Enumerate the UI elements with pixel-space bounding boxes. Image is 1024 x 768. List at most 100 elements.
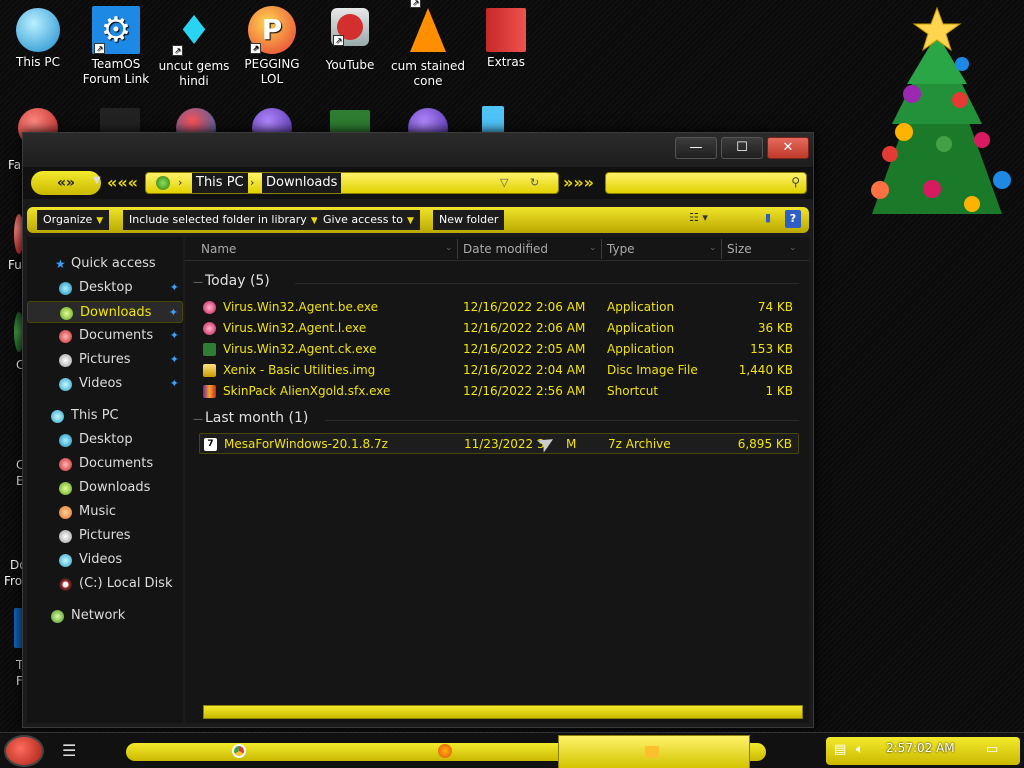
- chevron-down-icon[interactable]: ⌄: [789, 243, 797, 253]
- column-divider[interactable]: [457, 239, 458, 259]
- minimize-button[interactable]: —: [675, 137, 717, 159]
- search-input[interactable]: ⚲: [605, 172, 807, 194]
- give-access-button[interactable]: Give access to ▼: [317, 210, 420, 230]
- group-divider: [295, 283, 799, 284]
- file-row[interactable]: 7 MesaForWindows-20.1.8.7z 11/23/2022 3:…: [199, 433, 799, 454]
- new-folder-button[interactable]: New folder: [433, 210, 505, 230]
- nav-pc-downloads[interactable]: Downloads: [27, 477, 183, 499]
- column-header-type[interactable]: Type: [607, 237, 635, 261]
- refresh-icon[interactable]: ↻: [530, 173, 539, 193]
- nav-this-pc[interactable]: This PC: [27, 405, 183, 427]
- ornament: [882, 146, 898, 162]
- horizontal-scrollbar[interactable]: [203, 705, 803, 719]
- nav-item-label: Downloads: [80, 305, 152, 320]
- nav-item-label: Downloads: [79, 480, 151, 495]
- explorer-window[interactable]: — ☐ ✕ «» ▼ ««« › This PC › Downloads ▽ ↻…: [22, 132, 814, 728]
- nav-pc-local-disk[interactable]: (C:) Local Disk: [27, 573, 183, 595]
- chevron-down-icon[interactable]: ⌄: [709, 243, 717, 253]
- breadcrumb-separator-icon[interactable]: ›: [178, 173, 182, 193]
- chevron-down-icon: ▼: [406, 216, 414, 226]
- back-forward-buttons[interactable]: «»: [31, 171, 101, 195]
- title-bar[interactable]: — ☐ ✕: [23, 133, 813, 167]
- chevron-down-icon[interactable]: ⌄: [445, 243, 453, 253]
- file-name: SkinPack AlienXgold.sfx.exe: [223, 384, 391, 398]
- organize-button[interactable]: Organize ▼: [37, 210, 110, 230]
- change-view-button[interactable]: ☷ ▾: [689, 211, 708, 224]
- file-list-pane[interactable]: Name ⌄ ⌄ Date modified ⌄ Type ⌄ Size ⌄ —…: [185, 235, 809, 723]
- file-name: Virus.Win32.Agent.ck.exe: [223, 342, 377, 356]
- chevron-down-icon[interactable]: ⌄: [589, 243, 597, 253]
- file-row[interactable]: Virus.Win32.Agent.ck.exe 12/16/2022 2:05…: [199, 339, 799, 360]
- breadcrumb-this-pc[interactable]: This PC: [192, 173, 248, 193]
- breadcrumb-downloads[interactable]: Downloads: [262, 173, 342, 193]
- nav-pc-documents[interactable]: Documents: [27, 453, 183, 475]
- desktop-icon-pegging[interactable]: P ↗ PEGGING LOL: [234, 6, 310, 87]
- start-button[interactable]: [4, 735, 44, 767]
- firefox-icon[interactable]: [438, 744, 452, 758]
- shortcut-arrow-icon: ↗: [410, 0, 421, 8]
- forward-arrow-icon[interactable]: »: [66, 175, 75, 191]
- ornament: [923, 180, 941, 198]
- task-view-icon[interactable]: ☰: [62, 741, 76, 760]
- nav-quick-downloads[interactable]: Downloads ✦: [27, 301, 183, 323]
- search-icon[interactable]: ⚲: [791, 175, 800, 189]
- nav-pc-pictures[interactable]: Pictures: [27, 525, 183, 547]
- volume-icon[interactable]: 🔈︎: [856, 742, 864, 757]
- file-row[interactable]: Virus.Win32.Agent.be.exe 12/16/2022 2:06…: [199, 297, 799, 318]
- preview-pane-icon[interactable]: ▮: [765, 211, 771, 224]
- nav-quick-documents[interactable]: Documents ✦: [27, 325, 183, 347]
- network-tray-icon[interactable]: ▤: [834, 742, 846, 757]
- nav-pc-music[interactable]: Music: [27, 501, 183, 523]
- file-row[interactable]: SkinPack AlienXgold.sfx.exe 12/16/2022 2…: [199, 381, 799, 402]
- column-header-name[interactable]: Name: [201, 237, 236, 261]
- notification-icon[interactable]: ▭: [986, 742, 998, 757]
- nav-pc-desktop[interactable]: Desktop: [27, 429, 183, 451]
- desktop-icon-uncut-gems[interactable]: ♦ ↗ uncut gems hindi: [156, 8, 232, 89]
- nav-item-label: Documents: [79, 328, 154, 343]
- taskbar-file-explorer-button[interactable]: [558, 735, 750, 768]
- desktop-icon-teamos[interactable]: ⚙ ↗ TeamOS Forum Link: [78, 6, 154, 87]
- ornament: [952, 92, 968, 108]
- file-row[interactable]: Virus.Win32.Agent.l.exe 12/16/2022 2:06 …: [199, 318, 799, 339]
- nav-quick-pictures[interactable]: Pictures ✦: [27, 349, 183, 371]
- column-divider[interactable]: [721, 239, 722, 259]
- help-button[interactable]: ?: [785, 210, 801, 228]
- desktop-icon-this-pc[interactable]: This PC: [0, 8, 76, 70]
- maximize-button[interactable]: ☐: [721, 137, 763, 159]
- group-collapse-icon[interactable]: —: [193, 414, 203, 425]
- recent-locations-dropdown-icon[interactable]: ▼: [93, 175, 101, 186]
- column-header-size[interactable]: Size: [727, 237, 752, 261]
- file-row[interactable]: Xenix - Basic Utilities.img 12/16/2022 2…: [199, 360, 799, 381]
- group-header-last-month[interactable]: Last month (1): [205, 410, 308, 426]
- diamond-icon: ♦ ↗: [170, 8, 218, 56]
- breadcrumb-separator-icon[interactable]: ›: [250, 173, 254, 193]
- nav-network[interactable]: Network: [27, 605, 183, 627]
- clock[interactable]: 2:57:02 AM: [886, 741, 955, 755]
- christmas-tree-gadget[interactable]: [852, 4, 1022, 244]
- column-headers: Name ⌄ ⌄ Date modified ⌄ Type ⌄ Size ⌄: [185, 235, 809, 261]
- desktop-icon-youtube[interactable]: ↗ YouTube: [312, 8, 388, 73]
- address-dropdown-icon[interactable]: ▽: [500, 173, 508, 193]
- desktop-icon-cone[interactable]: ↗ cum stained cone: [390, 0, 466, 89]
- desktop-icon-extras[interactable]: Extras: [468, 8, 544, 70]
- group-header-today[interactable]: Today (5): [205, 273, 270, 289]
- chrome-icon[interactable]: [232, 744, 246, 758]
- column-divider[interactable]: [601, 239, 602, 259]
- nav-quick-access[interactable]: ★ Quick access: [27, 253, 183, 275]
- back-arrow-icon[interactable]: «: [57, 175, 66, 191]
- address-bar[interactable]: › This PC › Downloads ▽ ↻: [145, 172, 559, 194]
- file-name: Virus.Win32.Agent.l.exe: [223, 321, 367, 335]
- pin-icon: ✦: [169, 281, 179, 294]
- file-type: Application: [607, 300, 675, 314]
- group-collapse-icon[interactable]: —: [193, 277, 203, 288]
- nav-quick-videos[interactable]: Videos ✦: [27, 373, 183, 395]
- column-header-date[interactable]: Date modified: [463, 237, 548, 261]
- nav-pc-videos[interactable]: Videos: [27, 549, 183, 571]
- ornament: [895, 123, 913, 141]
- nav-quick-desktop[interactable]: Desktop ✦: [27, 277, 183, 299]
- desktop-icon-label: PEGGING LOL: [244, 57, 300, 86]
- extras-box-icon: [486, 8, 526, 52]
- desktop-icon-label: TeamOS Forum Link: [82, 57, 150, 86]
- include-in-library-button[interactable]: Include selected folder in library ▼: [123, 210, 324, 230]
- close-button[interactable]: ✕: [767, 137, 809, 159]
